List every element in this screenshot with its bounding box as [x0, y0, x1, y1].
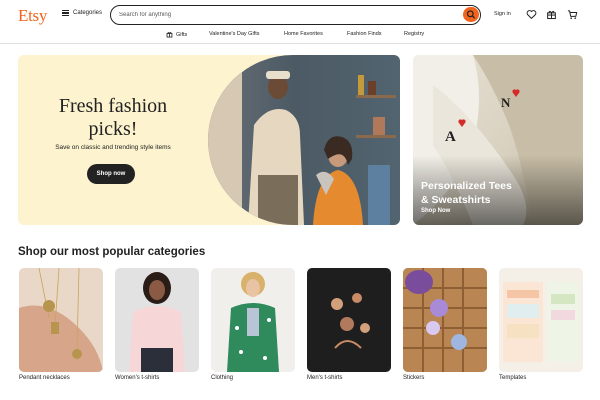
category-card[interactable]: Clothing — [211, 268, 295, 381]
subnav-registry[interactable]: Registry — [404, 31, 424, 37]
shop-now-button[interactable]: Shop now — [87, 164, 135, 184]
hero-banner[interactable]: Fresh fashion picks! Save on classic and… — [18, 55, 400, 225]
favorites-button[interactable] — [526, 9, 537, 20]
category-label: Pendant necklaces — [19, 375, 70, 381]
category-image — [115, 268, 199, 372]
cart-button[interactable] — [567, 9, 578, 20]
menu-icon — [62, 10, 69, 16]
promo-title: Personalized Tees & Sweatshirts — [421, 179, 581, 207]
subnav-label: Gifts — [176, 31, 188, 38]
hero-illustration — [208, 55, 396, 225]
promo-title-line2: & Sweatshirts — [421, 194, 491, 206]
sub-navigation: Gifts Valentine's Day Gifts Home Favorit… — [0, 28, 600, 44]
hero-title: Fresh fashion picks! — [18, 95, 208, 141]
hero-title-line2: picks! — [88, 118, 138, 140]
category-label: Women's t-shirts — [115, 375, 160, 381]
search-button[interactable] — [463, 7, 479, 22]
subnav-valentines[interactable]: Valentine's Day Gifts — [209, 31, 259, 37]
etsy-logo[interactable]: Etsy — [18, 6, 47, 26]
heart-icon — [526, 10, 537, 19]
category-image — [211, 268, 295, 372]
cart-icon — [567, 10, 578, 19]
hero-subtitle: Save on classic and trending style items — [55, 144, 171, 151]
category-label: Clothing — [211, 375, 234, 381]
category-card[interactable]: Women's t-shirts — [115, 268, 199, 381]
categories-label: Categories — [73, 10, 103, 16]
gift-icon — [166, 32, 173, 38]
categories-button[interactable]: Categories — [62, 10, 102, 16]
search-icon — [466, 10, 475, 19]
promo-title-line1: Personalized Tees — [421, 180, 512, 192]
category-image — [307, 268, 391, 372]
search-bar — [110, 5, 481, 25]
svg-text:A: A — [445, 129, 456, 145]
subnav-fashion-finds[interactable]: Fashion Finds — [347, 31, 382, 37]
category-label: Men's t-shirts — [307, 375, 343, 381]
category-image — [19, 268, 103, 372]
subnav-home-favorites[interactable]: Home Favorites — [284, 31, 323, 37]
hero-title-line1: Fresh fashion — [58, 95, 168, 117]
promo-shop-now-link[interactable]: Shop Now — [421, 208, 450, 214]
category-card[interactable]: Pendant necklaces — [19, 268, 103, 381]
hero-photo — [208, 55, 400, 225]
search-input[interactable] — [119, 9, 449, 21]
category-label: Stickers — [403, 375, 425, 381]
svg-text:N: N — [501, 95, 511, 110]
personalized-tees-card[interactable]: A N Personalized Tees & Sweatshirts Shop… — [413, 55, 583, 225]
category-card[interactable]: Stickers — [403, 268, 487, 381]
popular-categories-title: Shop our most popular categories — [18, 246, 206, 258]
gift-icon — [547, 10, 556, 20]
subnav-gifts[interactable]: Gifts — [166, 31, 187, 38]
category-card[interactable]: Templates — [499, 268, 583, 381]
sign-in-link[interactable]: Sign in — [494, 11, 511, 17]
gift-button[interactable] — [546, 9, 557, 20]
category-image — [403, 268, 487, 372]
category-card[interactable]: Men's t-shirts — [307, 268, 391, 381]
category-label: Templates — [499, 375, 527, 381]
category-image — [499, 268, 583, 372]
header: Etsy Categories Sign in — [0, 0, 600, 30]
